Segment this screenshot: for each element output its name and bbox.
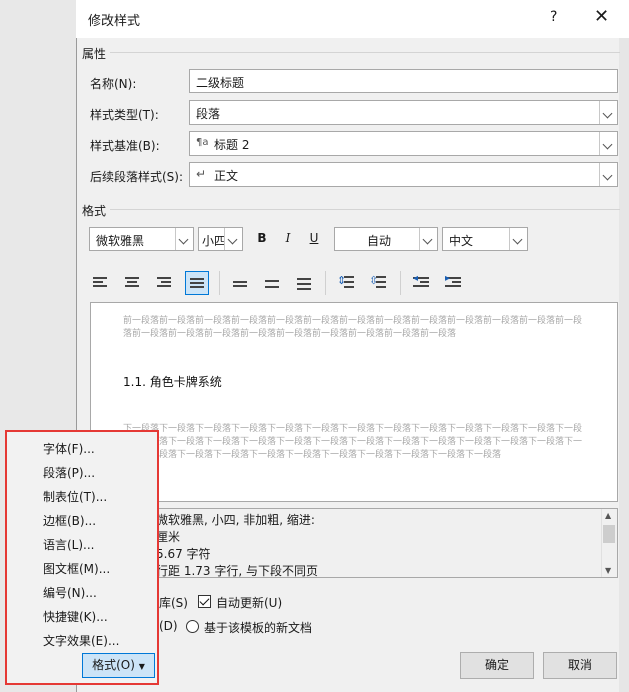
script-value: 中文 <box>449 234 474 248</box>
font-size-select[interactable]: 小四 <box>198 227 243 251</box>
align-center-icon[interactable] <box>125 276 141 290</box>
format-button[interactable]: 格式(O) ▼ <box>82 653 155 678</box>
decrease-paragraph-spacing-icon[interactable]: ⇳ <box>369 274 387 292</box>
chevron-down-icon[interactable]: ▼ <box>605 566 611 575</box>
menu-item-numbering[interactable]: 编号(N)... <box>43 584 97 601</box>
name-value: 二级标题 <box>196 76 245 90</box>
divider <box>110 209 620 210</box>
divider <box>110 52 620 53</box>
menu-item-tabs[interactable]: 制表位(T)... <box>43 488 107 505</box>
cancel-button[interactable]: 取消 <box>543 652 617 679</box>
align-left-icon[interactable] <box>93 276 109 290</box>
auto-update-label[interactable]: 自动更新(U) <box>216 594 282 611</box>
description-scrollbar[interactable]: ▲ ▼ <box>601 509 617 577</box>
script-select[interactable]: 中文 <box>442 227 528 251</box>
previous-paragraph-text: 前一段落前一段落前一段落前一段落前一段落前一段落前一段落前一段落前一段落前一段落… <box>123 316 583 339</box>
preview-heading: 1.1. 角色卡牌系统 <box>123 375 222 389</box>
background-scrollbar <box>619 0 629 692</box>
ok-button[interactable]: 确定 <box>460 652 534 679</box>
toolbar-separator <box>325 271 326 295</box>
description-line: 厘米 <box>156 530 181 544</box>
decrease-indent-icon[interactable]: ◂ <box>413 273 431 290</box>
align-justify-icon <box>190 277 204 291</box>
menu-item-border[interactable]: 边框(B)... <box>43 512 96 529</box>
increase-paragraph-spacing-icon[interactable]: ⇕ <box>337 274 355 292</box>
name-label: 名称(N): <box>90 77 137 91</box>
help-button[interactable]: ? <box>550 9 557 25</box>
justify-button[interactable] <box>185 271 209 295</box>
font-size-value: 小四 <box>202 234 227 248</box>
next-style-value: 正文 <box>214 169 239 183</box>
menu-item-frame[interactable]: 图文框(M)... <box>43 560 110 577</box>
align-right-icon[interactable] <box>157 276 173 290</box>
description-line: 行距 1.73 字行, 与下段不同页 <box>156 564 318 578</box>
style-preview: 前一段落前一段落前一段落前一段落前一段落前一段落前一段落前一段落前一段落前一段落… <box>90 302 618 502</box>
chevron-down-icon[interactable] <box>509 228 527 250</box>
chevron-up-icon[interactable]: ▲ <box>605 511 611 520</box>
font-value: 微软雅黑 <box>96 234 145 248</box>
only-this-document-label[interactable]: (D) <box>159 619 178 633</box>
menu-item-text-effects[interactable]: 文字效果(E)... <box>43 632 119 649</box>
chevron-down-icon[interactable] <box>599 101 617 124</box>
next-style-select[interactable]: ↵ 正文 <box>189 162 618 187</box>
underline-button[interactable]: U <box>306 231 322 245</box>
close-icon[interactable]: ✕ <box>594 6 609 27</box>
toolbar-separator <box>400 271 401 295</box>
description-line: 5.67 字符 <box>156 547 211 561</box>
font-select[interactable]: 微软雅黑 <box>89 227 194 251</box>
one-half-spacing-icon[interactable] <box>265 278 279 290</box>
menu-item-shortcut-key[interactable]: 快捷键(K)... <box>43 608 108 625</box>
menu-item-font[interactable]: 字体(F)... <box>43 440 95 457</box>
format-button-label: 格式(O) <box>92 658 135 672</box>
style-based-select[interactable]: ¶a 标题 2 <box>189 131 618 156</box>
next-paragraph-text: 下一段落下一段落下一段落下一段落下一段落下一段落下一段落下一段落下一段落下一段落… <box>123 424 583 460</box>
style-type-label: 样式类型(T): <box>90 108 159 122</box>
style-based-value: 标题 2 <box>214 138 250 152</box>
return-icon: ↵ <box>196 167 207 181</box>
new-template-radio[interactable] <box>186 620 199 633</box>
add-to-gallery-label[interactable]: 库(S) <box>159 594 188 611</box>
description-line: 微软雅黑, 小四, 非加粗, 缩进: <box>156 513 315 527</box>
next-style-label: 后续段落样式(S): <box>90 170 184 184</box>
check-icon <box>199 595 210 606</box>
format-menu: 字体(F)... 段落(P)... 制表位(T)... 边框(B)... 语言(… <box>5 430 159 685</box>
properties-section-label: 属性 <box>82 47 107 61</box>
font-color-select[interactable]: 自动 <box>334 227 438 251</box>
name-input[interactable]: 二级标题 <box>189 69 618 93</box>
chevron-down-icon[interactable] <box>175 228 193 250</box>
scrollbar-thumb[interactable] <box>603 525 615 543</box>
style-based-label: 样式基准(B): <box>90 139 160 153</box>
style-description: 微软雅黑, 小四, 非加粗, 缩进: 厘米 5.67 字符 行距 1.73 字行… <box>90 508 618 578</box>
style-type-value: 段落 <box>196 107 221 121</box>
dialog-titlebar <box>76 0 629 38</box>
chevron-down-icon[interactable] <box>224 228 242 250</box>
dialog-title: 修改样式 <box>88 14 141 29</box>
font-color-value: 自动 <box>367 234 392 248</box>
double-spacing-icon[interactable] <box>297 277 311 291</box>
style-type-select[interactable]: 段落 <box>189 100 618 125</box>
auto-update-checkbox[interactable] <box>198 595 211 608</box>
increase-indent-icon[interactable]: ▸ <box>445 273 463 290</box>
paragraph-style-icon: ¶a <box>196 137 209 148</box>
new-template-label[interactable]: 基于该模板的新文档 <box>204 619 312 636</box>
bold-button[interactable]: B <box>254 231 270 245</box>
italic-button[interactable]: I <box>280 231 296 245</box>
chevron-down-icon[interactable] <box>599 132 617 155</box>
chevron-down-icon[interactable] <box>599 163 617 186</box>
chevron-down-icon[interactable] <box>419 228 437 250</box>
menu-item-paragraph[interactable]: 段落(P)... <box>43 464 95 481</box>
toolbar-separator <box>219 271 220 295</box>
single-spacing-icon[interactable] <box>233 279 247 289</box>
format-section-label: 格式 <box>82 204 107 218</box>
caret-down-icon: ▼ <box>138 662 145 671</box>
menu-item-language[interactable]: 语言(L)... <box>43 536 95 553</box>
